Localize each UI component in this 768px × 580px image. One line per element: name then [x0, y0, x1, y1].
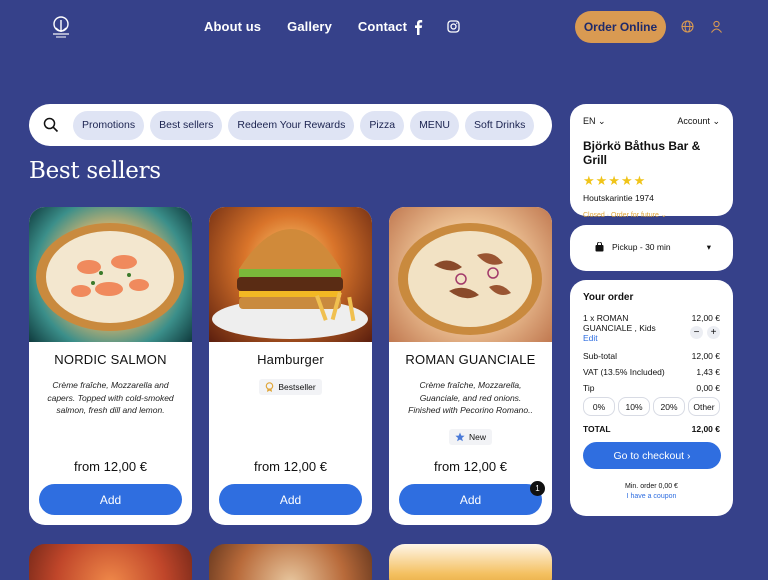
tip-option-10[interactable]: 10% [618, 397, 650, 416]
chip-menu[interactable]: MENU [410, 110, 459, 140]
item-name: 1 x ROMAN GUANCIALE , Kids [583, 313, 656, 333]
add-button[interactable]: Add [39, 484, 182, 515]
badge-label: New [468, 431, 486, 442]
main-nav: About us Gallery Contact [204, 19, 433, 34]
decrease-quantity-button[interactable]: − [690, 326, 703, 339]
product-name: ROMAN GUANCIALE [405, 352, 536, 367]
section-title: Best sellers [29, 158, 161, 184]
min-order-text: Min. order 0,00 € [625, 483, 678, 490]
account-menu[interactable]: Account ⌄ [677, 116, 720, 127]
pickup-panel: Pickup - 30 min ▾ [570, 225, 733, 271]
order-panel: Your order 1 x ROMAN GUANCIALE , Kids Ed… [570, 280, 733, 516]
pickup-label: Pickup - 30 min [612, 242, 671, 252]
tip-option-0[interactable]: 0% [583, 397, 615, 416]
tip-options: 0% 10% 20% Other [583, 397, 720, 416]
checkout-button[interactable]: Go to checkout › [583, 442, 721, 469]
restaurant-info-panel: EN ⌄ Account ⌄ Björkö Båthus Bar & Grill… [570, 104, 733, 219]
order-line-item: 1 x ROMAN GUANCIALE , Kids Edit 12,00 € … [583, 313, 720, 343]
search-icon[interactable] [43, 117, 59, 133]
vat-label: VAT (13.5% Included) [583, 367, 665, 377]
tip-option-20[interactable]: 20% [653, 397, 685, 416]
new-badge: New [448, 428, 492, 445]
bestseller-badge: Bestseller [259, 379, 322, 395]
chevron-down-icon: ⌄ [712, 116, 720, 126]
product-card-nordic-salmon[interactable]: NORDIC SALMON Crème fraîche, Mozzarella … [29, 207, 192, 525]
nav-gallery[interactable]: Gallery [287, 19, 332, 34]
product-image[interactable] [209, 207, 372, 342]
tip-label: Tip [583, 383, 595, 393]
tip-option-other[interactable]: Other [688, 397, 720, 416]
total-value: 12,00 € [691, 424, 720, 434]
vat-value: 1,43 € [696, 367, 720, 377]
product-card-roman-guanciale[interactable]: ROMAN GUANCIALE Crème fraîche, Mozzarell… [389, 207, 552, 525]
increase-quantity-button[interactable]: + [707, 326, 720, 339]
restaurant-logo[interactable] [48, 14, 74, 40]
product-card-partial[interactable] [389, 544, 552, 580]
language-selector[interactable]: EN ⌄ [583, 116, 606, 127]
cart-count-badge: 1 [530, 481, 545, 496]
nav-contact[interactable]: Contact [358, 19, 407, 34]
product-name: Hamburger [257, 352, 324, 367]
chip-promotions[interactable]: Promotions [73, 110, 145, 140]
badge-label: Bestseller [278, 382, 316, 392]
order-title: Your order [583, 292, 634, 303]
chevron-right-icon: › [687, 449, 691, 462]
product-price: from 12,00 € [74, 459, 147, 474]
subtotal-label: Sub-total [583, 351, 618, 361]
user-icon[interactable] [710, 20, 723, 33]
product-image[interactable] [389, 207, 552, 342]
chevron-down-icon: ⌄ [660, 212, 667, 219]
bag-icon [595, 242, 604, 252]
category-bar: Promotions Best sellers Redeem Your Rewa… [29, 104, 552, 146]
add-button[interactable]: Add [399, 484, 542, 515]
rating-stars: ★★★★★ [583, 173, 647, 188]
restaurant-address: Houtskarintie 1974 [583, 193, 654, 203]
add-button[interactable]: Add [219, 484, 362, 515]
chip-soft-drinks[interactable]: Soft Drinks [464, 110, 535, 140]
product-description: Crème fraîche, Mozzarella, Guanciale, an… [408, 380, 533, 415]
status-label: Closed · Order for future [583, 212, 659, 219]
total-label: TOTAL [583, 424, 611, 434]
account-label: Account [677, 116, 710, 126]
badge-wrapper: New [389, 428, 552, 447]
product-image[interactable] [29, 207, 192, 342]
star-icon [455, 432, 465, 441]
coupon-link[interactable]: I have a coupon [583, 493, 720, 500]
language-label: EN [583, 116, 596, 126]
checkout-label: Go to checkout [613, 449, 685, 462]
chevron-down-icon: ⌄ [598, 116, 606, 126]
chip-redeem-rewards[interactable]: Redeem Your Rewards [228, 110, 355, 140]
chip-pizza[interactable]: Pizza [360, 110, 405, 140]
instagram-icon[interactable] [447, 20, 460, 33]
opening-status[interactable]: Closed · Order for future ⌄ [583, 211, 720, 219]
subtotal-value: 12,00 € [691, 351, 720, 361]
product-card-partial[interactable] [209, 544, 372, 580]
product-price: from 12,00 € [434, 459, 507, 474]
product-description: Crème fraîche, Mozzarella and capers. To… [47, 380, 174, 415]
edit-item-link[interactable]: Edit [583, 333, 663, 343]
chip-best-sellers[interactable]: Best sellers [150, 110, 223, 140]
restaurant-name: Björkö Båthus Bar & Grill [583, 139, 701, 167]
product-card-partial[interactable] [29, 544, 192, 580]
pickup-selector[interactable]: Pickup - 30 min ▾ [583, 236, 720, 258]
product-price: from 12,00 € [254, 459, 327, 474]
item-price: 12,00 € [691, 313, 720, 323]
nav-about-us[interactable]: About us [204, 19, 261, 34]
facebook-icon[interactable] [411, 19, 425, 35]
caret-down-icon: ▾ [706, 241, 711, 252]
tip-value: 0,00 € [696, 383, 720, 393]
medal-icon [266, 382, 274, 392]
product-card-hamburger[interactable]: Hamburger Bestseller from 12,00 € Add [209, 207, 372, 525]
order-online-button[interactable]: Order Online [575, 11, 666, 43]
product-name: NORDIC SALMON [54, 352, 167, 367]
globe-icon[interactable] [681, 20, 694, 33]
badge-wrapper: Bestseller [209, 379, 372, 397]
